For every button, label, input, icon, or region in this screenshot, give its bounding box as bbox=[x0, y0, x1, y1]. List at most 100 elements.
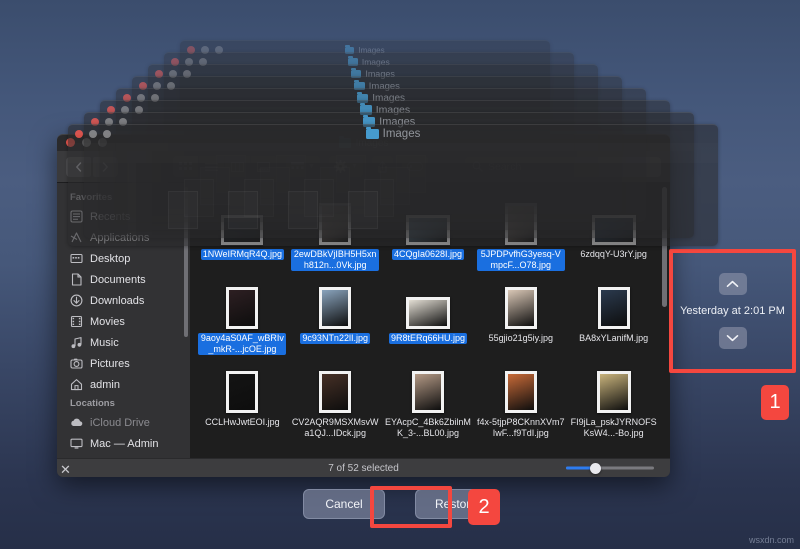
thumbnail-image bbox=[412, 371, 444, 413]
cloud-icon bbox=[70, 416, 83, 429]
stacked-window-title: Images bbox=[383, 128, 421, 140]
sidebar-item-desktop[interactable]: Desktop bbox=[57, 248, 190, 269]
thumbnail-image bbox=[319, 287, 351, 329]
ghost-thumb bbox=[228, 191, 258, 229]
sidebar-item-documents[interactable]: Documents bbox=[57, 269, 190, 290]
slider-knob[interactable] bbox=[590, 463, 601, 474]
stacked-finder-window[interactable]: Images bbox=[68, 124, 718, 246]
file-name-label: BA8xYLanifM.jpg bbox=[579, 333, 648, 344]
downloads-icon bbox=[70, 294, 83, 307]
home-icon bbox=[70, 378, 83, 391]
file-item[interactable] bbox=[382, 441, 475, 458]
sidebar-item-music[interactable]: Music bbox=[57, 332, 190, 353]
documents-icon bbox=[70, 273, 83, 286]
thumbnail-size-slider[interactable] bbox=[566, 467, 654, 470]
file-thumbnail[interactable] bbox=[406, 277, 450, 329]
finder-status-bar: 7 of 52 selected bbox=[57, 458, 670, 477]
file-thumbnail[interactable] bbox=[501, 445, 541, 458]
thumbnail-image bbox=[226, 287, 258, 329]
file-name-label: 6zdqqY-U3rY.jpg bbox=[580, 249, 647, 260]
thumbnail-image bbox=[505, 371, 537, 413]
file-thumbnail[interactable] bbox=[319, 445, 351, 458]
file-item[interactable] bbox=[289, 441, 382, 458]
file-name-label: CCLHwJwtEOI.jpg bbox=[205, 417, 280, 428]
sidebar-item-admin[interactable]: admin bbox=[57, 374, 190, 395]
documents-icon bbox=[70, 273, 83, 286]
file-item[interactable]: 9c93NTn22lI.jpg bbox=[289, 273, 382, 355]
ghost-thumb bbox=[168, 191, 198, 229]
file-name-label: 2ewDBkVjIBH5H5xnh812n...0Vk.jpg bbox=[291, 249, 379, 271]
file-item[interactable] bbox=[567, 441, 660, 458]
watermark: wsxdn.com bbox=[749, 535, 794, 545]
sidebar-item-label: admin bbox=[90, 379, 120, 391]
file-thumbnail[interactable] bbox=[598, 277, 630, 329]
file-name-label: 1NWeIRMqR4Q.jpg bbox=[201, 249, 284, 260]
file-thumbnail[interactable] bbox=[222, 445, 262, 458]
thumbnail-image bbox=[406, 297, 450, 329]
thumbnail-image bbox=[505, 287, 537, 329]
time-machine-window-stack: ImagesImagesImagesImagesImagesImagesImag… bbox=[0, 0, 800, 200]
annotation-badge-2: 2 bbox=[468, 489, 500, 525]
close-timemachine-icon[interactable]: ✕ bbox=[60, 462, 71, 478]
ghost-thumb bbox=[288, 191, 318, 229]
file-thumbnail[interactable] bbox=[226, 277, 258, 329]
ghost-thumb bbox=[348, 191, 378, 229]
thumbnail-image bbox=[319, 371, 351, 413]
sidebar-item-label: Pictures bbox=[90, 358, 130, 370]
file-thumbnail[interactable] bbox=[412, 361, 444, 413]
sidebar-item-pictures[interactable]: Pictures bbox=[57, 353, 190, 374]
file-item[interactable]: f4x-5tjpP8CKnnXVm7IwF...f9TdI.jpg bbox=[474, 357, 567, 439]
file-item[interactable] bbox=[196, 441, 289, 458]
file-thumbnail[interactable] bbox=[226, 361, 258, 413]
file-item[interactable]: 55gjio21g5iy.jpg bbox=[474, 273, 567, 355]
file-item[interactable]: CCLHwJwtEOI.jpg bbox=[196, 357, 289, 439]
file-name-label: 4CQgIa0628I.jpg bbox=[392, 249, 464, 260]
pictures-icon bbox=[70, 357, 83, 370]
desktop-icon bbox=[70, 252, 83, 265]
file-name-label: 55gjio21g5iy.jpg bbox=[489, 333, 553, 344]
file-name-label: FI9jLa_pskJYRNOFSKsW4...-Bo.jpg bbox=[570, 417, 658, 439]
desktop-icon bbox=[70, 252, 83, 265]
file-name-label: EYAcpC_4Bk6ZbilnMK_3-...BL00.jpg bbox=[384, 417, 472, 439]
stacked-window-content bbox=[68, 143, 718, 246]
sidebar-item-label: Movies bbox=[90, 316, 125, 328]
file-item[interactable]: 9aoy4aS0AF_wBRIv_mkR-...jcOE.jpg bbox=[196, 273, 289, 355]
sidebar-item-label: Downloads bbox=[90, 295, 144, 307]
file-item[interactable]: BA8xYLanifM.jpg bbox=[567, 273, 660, 355]
file-thumbnail[interactable] bbox=[505, 361, 537, 413]
movies-icon bbox=[70, 315, 83, 328]
file-thumbnail[interactable] bbox=[319, 361, 351, 413]
highlight-box-timeline bbox=[669, 249, 796, 373]
file-item[interactable]: FI9jLa_pskJYRNOFSKsW4...-Bo.jpg bbox=[567, 357, 660, 439]
sidebar-item-movies[interactable]: Movies bbox=[57, 311, 190, 332]
file-thumbnail[interactable] bbox=[597, 361, 631, 413]
computer-icon bbox=[70, 437, 83, 450]
file-name-label: f4x-5tjpP8CKnnXVm7IwF...f9TdI.jpg bbox=[477, 417, 565, 439]
home-icon bbox=[70, 378, 83, 391]
thumbnail-image bbox=[597, 371, 631, 413]
file-thumbnail[interactable] bbox=[505, 277, 537, 329]
sidebar-item-icloud-drive[interactable]: iCloud Drive bbox=[57, 412, 190, 433]
file-item[interactable] bbox=[474, 441, 567, 458]
file-name-label: 9c93NTn22lI.jpg bbox=[300, 333, 370, 344]
file-item[interactable]: CV2AQR9MSXMsvWa1QJ...IDck.jpg bbox=[289, 357, 382, 439]
sidebar-item-label: Mac — Admin bbox=[90, 438, 158, 450]
annotation-badge-1: 1 bbox=[761, 385, 789, 420]
music-icon bbox=[70, 336, 83, 349]
selection-status-text: 7 of 52 selected bbox=[328, 463, 399, 474]
sidebar-item-label: Documents bbox=[90, 274, 146, 286]
file-name-label: CV2AQR9MSXMsvWa1QJ...IDck.jpg bbox=[291, 417, 379, 439]
music-icon bbox=[70, 336, 83, 349]
highlight-box-restore bbox=[370, 486, 452, 528]
movies-icon bbox=[70, 315, 83, 328]
file-name-label: 9aoy4aS0AF_wBRIv_mkR-...jcOE.jpg bbox=[198, 333, 286, 355]
file-item[interactable]: 9R8tERq66HU.jpg bbox=[382, 273, 475, 355]
file-thumbnail[interactable] bbox=[597, 445, 631, 458]
file-thumbnail[interactable] bbox=[319, 277, 351, 329]
sidebar-item-downloads[interactable]: Downloads bbox=[57, 290, 190, 311]
sidebar-item-mac-admin[interactable]: Mac — Admin bbox=[57, 433, 190, 454]
file-item[interactable]: EYAcpC_4Bk6ZbilnMK_3-...BL00.jpg bbox=[382, 357, 475, 439]
sidebar-item-label: iCloud Drive bbox=[90, 417, 150, 429]
stacked-window-title-bar: Images bbox=[68, 125, 718, 143]
file-thumbnail[interactable] bbox=[408, 445, 448, 458]
